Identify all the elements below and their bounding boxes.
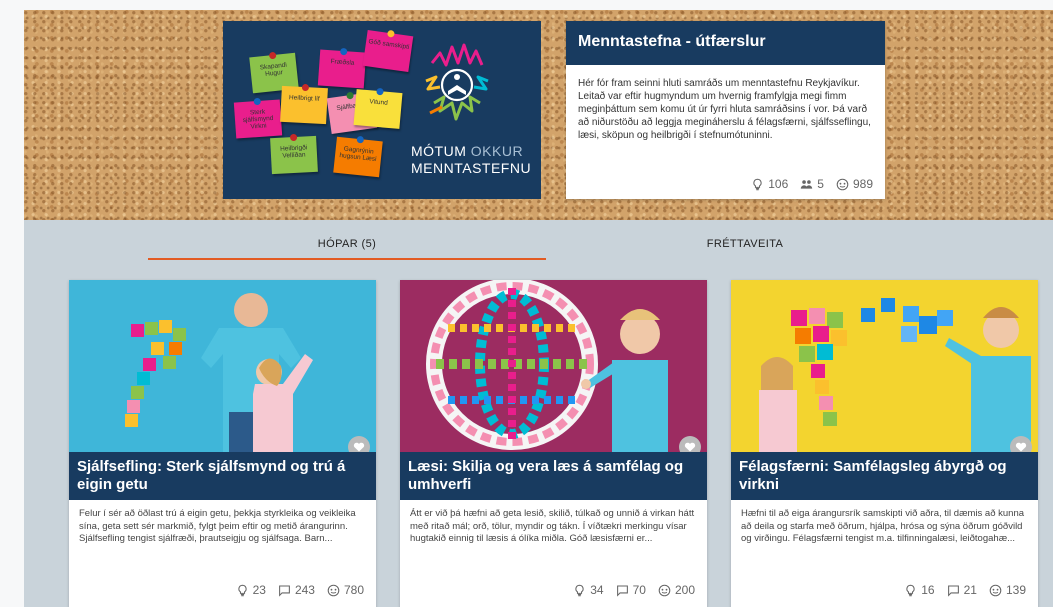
group-card-literacy[interactable]: Læsi: Skilja og vera læs á samfélag og u… <box>400 280 707 607</box>
card-image <box>731 280 1038 452</box>
ideas-stat: 16 <box>904 583 935 597</box>
comment-icon <box>947 585 959 597</box>
sticky-note: Fræðsla <box>317 47 367 89</box>
heart-icon <box>1015 442 1027 452</box>
eye-icon <box>836 178 849 190</box>
group-card-social-skills[interactable]: Félagsfærni: Samfélagsleg ábyrgð og virk… <box>731 280 1038 607</box>
views-stat: 200 <box>658 583 695 597</box>
members-stat: 5 <box>800 177 824 191</box>
card-title[interactable]: Læsi: Skilja og vera læs á samfélag og u… <box>400 452 707 500</box>
sticky-note: Vitund <box>353 87 403 129</box>
banner-title-line1: MÓTUM OKKUR <box>411 143 524 159</box>
group-card-self-empowerment[interactable]: Sjálfsefling: Sterk sjálfsmynd og trú á … <box>69 280 376 607</box>
comments-stat: 243 <box>278 583 315 597</box>
lightbulb-icon <box>237 584 247 596</box>
blocks-and-children-illustration <box>759 298 1031 452</box>
favorite-button[interactable] <box>348 436 370 452</box>
sunburst-logo-icon <box>425 43 489 121</box>
card-stats: 16 21 139 <box>904 583 1026 597</box>
card-title[interactable]: Félagsfærni: Samfélagsleg ábyrgð og virk… <box>731 452 1038 500</box>
sticky-note: Heilbrigði Vellíðan <box>270 133 318 175</box>
blocks-and-children-illustration <box>125 293 313 452</box>
favorite-button[interactable] <box>1010 436 1032 452</box>
lightbulb-icon <box>575 584 584 596</box>
ideas-stat: 23 <box>236 583 266 597</box>
card-description: Átt er við þá hæfni að geta lesið, skili… <box>410 508 695 544</box>
card-stats: 23 243 780 <box>236 583 364 597</box>
project-title: Menntastefna - útfærslur <box>566 21 885 65</box>
people-icon <box>801 179 813 189</box>
eye-icon <box>327 584 340 596</box>
tab-groups[interactable]: HÓPAR (5) <box>148 238 546 250</box>
favorite-button[interactable] <box>679 436 701 452</box>
card-title[interactable]: Sjálfsefling: Sterk sjálfsmynd og trú á … <box>69 452 376 500</box>
lightbulb-icon <box>753 178 762 190</box>
banner-title-line2: MENNTASTEFNU <box>411 160 532 176</box>
project-description: Hér fór fram seinni hluti samráðs um men… <box>578 78 871 141</box>
card-description: Hæfni til að eiga árangursrík samskipti … <box>741 508 1025 544</box>
views-stat: 989 <box>836 177 873 191</box>
heart-icon <box>684 442 696 452</box>
page-left-margin <box>0 0 24 607</box>
eye-icon <box>658 584 671 596</box>
comments-stat: 21 <box>947 583 977 597</box>
comment-icon <box>279 585 290 597</box>
project-info-card[interactable]: Menntastefna - útfærslur Hér fór fram se… <box>566 21 885 199</box>
eye-icon <box>989 584 1002 596</box>
globe-and-child-illustration <box>426 280 668 452</box>
views-stat: 139 <box>989 583 1026 597</box>
comment-icon <box>616 585 628 597</box>
ideas-stat: 34 <box>573 583 604 597</box>
views-stat: 780 <box>327 583 364 597</box>
comments-stat: 70 <box>616 583 646 597</box>
card-stats: 34 70 200 <box>573 583 695 597</box>
sticky-note: Sterk sjálfsmynd Virkni <box>233 97 283 139</box>
sticky-note: Gagnrýnin hugsun Læsi <box>333 135 383 178</box>
tab-bar: HÓPAR (5) FRÉTTAVEITA <box>24 230 1053 262</box>
lightbulb-icon <box>906 584 915 596</box>
project-stats: 106 5 989 <box>751 177 873 191</box>
sticky-note: Heilbrigt líf <box>280 83 328 125</box>
card-image <box>69 280 376 452</box>
ideas-stat: 106 <box>751 177 788 191</box>
banner-image: Skapandi Hugur Fræðsla Góð samskipti Ste… <box>223 21 541 199</box>
card-description: Felur í sér að öðlast trú á eigin getu, … <box>79 508 356 544</box>
sticky-note: Góð samskipti <box>362 29 414 73</box>
active-tab-indicator <box>148 258 546 260</box>
tab-news-feed[interactable]: FRÉTTAVEITA <box>545 238 945 250</box>
card-image <box>400 280 707 452</box>
heart-icon <box>353 442 365 452</box>
